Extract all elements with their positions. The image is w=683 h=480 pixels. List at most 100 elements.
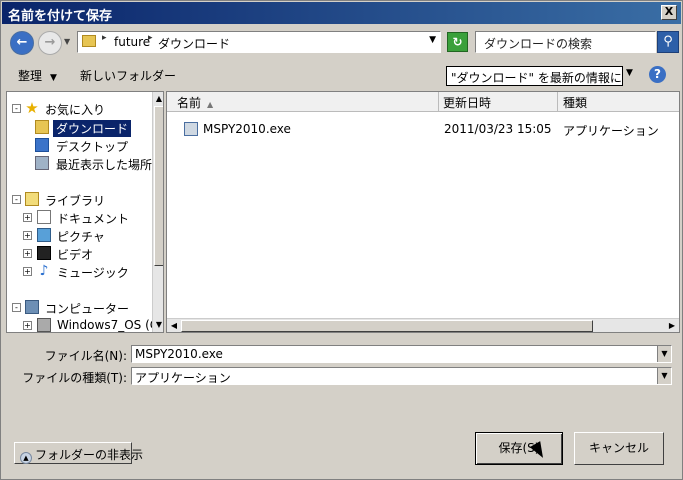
nav-item-label: ビデオ: [57, 248, 94, 262]
hide-folders-label: フォルダーの非表示: [35, 448, 144, 462]
nav-item-label: ピクチャ: [57, 230, 105, 244]
title-bar: 名前を付けて保存 X: [2, 2, 681, 24]
nav-item-pictures[interactable]: + ピクチャ: [7, 227, 151, 245]
cancel-button[interactable]: キャンセル: [574, 432, 664, 465]
scroll-left-icon[interactable]: ◀: [167, 319, 181, 332]
expand-icon[interactable]: +: [23, 321, 32, 330]
filetype-value: アプリケーション: [135, 371, 231, 385]
view-dropdown-icon[interactable]: ▼: [626, 68, 633, 78]
window-title: 名前を付けて保存: [8, 9, 113, 24]
nav-item-drive-c[interactable]: + Windows7_OS (C:): [7, 317, 163, 332]
nav-item-label: ミュージック: [57, 266, 129, 280]
save-as-dialog: 名前を付けて保存 X ← → ▼ ▸ future ▸ ダウンロード ▼ ↻ ダ…: [0, 0, 683, 480]
forward-arrow-icon: →: [44, 35, 56, 50]
recent-places-icon: [35, 156, 49, 170]
filetype-label: ファイルの種類(T):: [22, 371, 127, 385]
nav-item-music[interactable]: + ♪ ミュージック: [7, 263, 151, 281]
column-header-label: 名前: [177, 96, 202, 110]
library-icon: [25, 192, 39, 206]
back-arrow-icon: ←: [16, 35, 28, 50]
column-header-name[interactable]: 名前 ▲: [167, 92, 439, 112]
nav-item-label: コンピューター: [45, 302, 130, 316]
forward-button[interactable]: →: [38, 31, 62, 55]
file-type: アプリケーション: [563, 124, 659, 138]
nav-item-label: ダウンロード: [53, 120, 132, 137]
chevron-down-icon[interactable]: ▼: [657, 368, 671, 384]
nav-item-videos[interactable]: + ビデオ: [7, 245, 151, 263]
nav-item-libraries[interactable]: - ライブラリ: [7, 191, 151, 209]
nav-vertical-scrollbar[interactable]: ▲ ▼: [152, 92, 163, 332]
back-button[interactable]: ←: [10, 31, 34, 55]
organize-menu[interactable]: 整理 ▼: [18, 67, 57, 84]
address-bar[interactable]: ▸ future ▸ ダウンロード ▼: [77, 31, 441, 53]
scroll-up-icon[interactable]: ▲: [153, 92, 163, 106]
nav-item-label: 最近表示した場所: [56, 158, 153, 172]
column-header-type[interactable]: 種類: [558, 92, 679, 112]
nav-item-label: お気に入り: [45, 103, 106, 117]
recent-pages-dropdown-icon[interactable]: ▼: [64, 37, 70, 46]
breadcrumb-future[interactable]: future: [114, 35, 150, 49]
address-dropdown-icon[interactable]: ▼: [429, 35, 436, 45]
nav-item-label: ドキュメント: [57, 212, 130, 226]
hide-folders-button[interactable]: ▲ フォルダーの非表示: [14, 442, 143, 464]
breadcrumb-separator-icon[interactable]: ▸: [102, 33, 107, 43]
column-header-date[interactable]: 更新日時: [439, 92, 558, 112]
pictures-icon: [37, 228, 51, 242]
desktop-icon: [35, 138, 49, 152]
nav-item-label: ライブラリ: [45, 194, 106, 208]
nav-item-desktop[interactable]: デスクトップ: [7, 137, 151, 155]
documents-icon: [37, 210, 51, 224]
collapse-icon[interactable]: -: [12, 303, 21, 312]
videos-icon: [37, 246, 51, 260]
organize-label: 整理: [18, 69, 43, 83]
computer-icon: [25, 300, 39, 314]
nav-item-favorites[interactable]: - ★ お気に入り: [7, 100, 151, 118]
sort-ascending-icon: ▲: [207, 100, 214, 109]
search-input[interactable]: ダウンロードの検索: [475, 31, 656, 53]
filename-input[interactable]: MSPY2010.exe ▼: [131, 345, 672, 363]
folder-icon: [82, 35, 96, 47]
list-horizontal-scrollbar[interactable]: ◀ ▶: [167, 318, 679, 332]
save-button[interactable]: 保存(S): [475, 432, 563, 465]
refresh-icon: ↻: [452, 35, 463, 49]
nav-item-recent-places[interactable]: 最近表示した場所: [7, 155, 153, 173]
scroll-right-icon[interactable]: ▶: [665, 319, 679, 332]
file-date: 2011/03/23 15:05: [444, 122, 552, 136]
music-icon: ♪: [39, 263, 49, 279]
scroll-thumb[interactable]: [181, 320, 593, 332]
scroll-thumb[interactable]: [154, 106, 163, 266]
refresh-view-button[interactable]: "ダウンロード" を最新の情報に更新: [446, 66, 623, 86]
file-row[interactable]: MSPY2010.exe 2011/03/23 15:05 アプリケーション: [167, 120, 677, 138]
filetype-select[interactable]: アプリケーション ▼: [131, 367, 672, 385]
chevron-up-icon: ▲: [20, 452, 32, 464]
expand-icon[interactable]: +: [23, 231, 32, 240]
file-name: MSPY2010.exe: [203, 122, 291, 136]
chevron-down-icon[interactable]: ▼: [657, 346, 671, 362]
expand-icon[interactable]: +: [23, 213, 32, 222]
nav-item-label: Windows7_OS (C:): [57, 318, 164, 332]
nav-item-downloads[interactable]: ダウンロード: [7, 119, 151, 137]
refresh-button[interactable]: ↻: [447, 32, 468, 52]
filename-label: ファイル名(N):: [44, 349, 127, 363]
help-icon[interactable]: ?: [649, 66, 666, 83]
downloads-folder-icon: [35, 120, 49, 134]
executable-icon: [184, 122, 198, 136]
nav-item-computer[interactable]: - コンピューター: [7, 299, 151, 317]
breadcrumb-separator-icon[interactable]: ▸: [148, 33, 153, 43]
navigation-pane: - ★ お気に入り ダウンロード デスクトップ 最近表示した場所 - ライブラリ…: [6, 91, 164, 333]
search-button[interactable]: ⚲: [657, 31, 679, 53]
close-button[interactable]: X: [661, 5, 677, 20]
chevron-down-icon: ▼: [50, 73, 57, 83]
star-icon: ★: [25, 99, 39, 117]
collapse-icon[interactable]: -: [12, 195, 21, 204]
nav-item-documents[interactable]: + ドキュメント: [7, 209, 151, 227]
filename-value: MSPY2010.exe: [135, 347, 223, 361]
expand-icon[interactable]: +: [23, 249, 32, 258]
collapse-icon[interactable]: -: [12, 104, 21, 113]
scroll-down-icon[interactable]: ▼: [153, 318, 163, 332]
file-list: 名前 ▲ 更新日時 種類 MSPY2010.exe 2011/03/23 15:0…: [166, 91, 680, 333]
new-folder-button[interactable]: 新しいフォルダー: [80, 67, 176, 84]
search-icon: ⚲: [663, 34, 673, 49]
breadcrumb-downloads[interactable]: ダウンロード: [158, 35, 230, 52]
expand-icon[interactable]: +: [23, 267, 32, 276]
